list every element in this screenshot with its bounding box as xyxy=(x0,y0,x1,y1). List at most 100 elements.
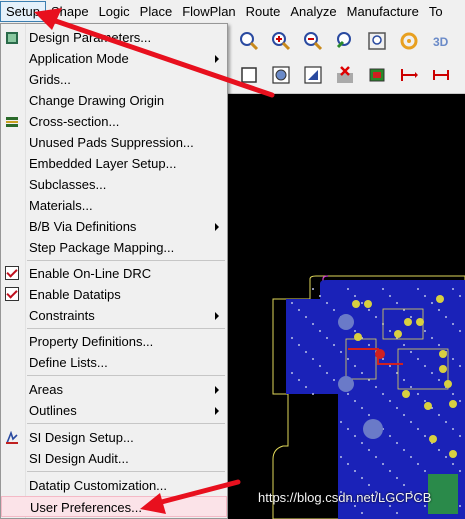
menu-separator xyxy=(27,328,225,329)
menu-item-grids[interactable]: Grids... xyxy=(1,69,227,90)
svg-text:3D: 3D xyxy=(433,35,449,49)
via-dot xyxy=(417,358,419,360)
pad xyxy=(444,380,452,388)
menu-item-bb-via-definitions[interactable]: B/B Via Definitions xyxy=(1,216,227,237)
menu-item-change-drawing-origin[interactable]: Change Drawing Origin xyxy=(1,90,227,111)
via-dot xyxy=(298,379,300,381)
via-dot xyxy=(368,414,370,416)
menu-item-constraints[interactable]: Constraints xyxy=(1,305,227,326)
menu-item-areas[interactable]: Areas xyxy=(1,379,227,400)
via-dot xyxy=(305,316,307,318)
via-dot xyxy=(291,337,293,339)
shape-polygon-icon[interactable] xyxy=(302,64,324,86)
menu-item-property-definitions[interactable]: Property Definitions... xyxy=(1,331,227,352)
menu-item-si-design-setup[interactable]: SI Design Setup... xyxy=(1,427,227,448)
via-dot xyxy=(382,288,384,290)
via-dot xyxy=(424,400,426,402)
via-dot xyxy=(459,365,461,367)
menu-item-design-parameters[interactable]: Design Parameters... xyxy=(1,27,227,48)
delete-shape-icon[interactable] xyxy=(334,64,356,86)
via-dot xyxy=(396,442,398,444)
menu-item-datatip-customization[interactable]: Datatip Customization... xyxy=(1,475,227,496)
component-icon[interactable] xyxy=(366,64,388,86)
pad xyxy=(436,295,444,303)
menu-item-outlines[interactable]: Outlines xyxy=(1,400,227,421)
via-dot xyxy=(424,470,426,472)
menu-tools[interactable]: To xyxy=(424,1,448,22)
via-dot xyxy=(319,330,321,332)
via-dot xyxy=(417,393,419,395)
menu-analyze[interactable]: Analyze xyxy=(285,1,341,22)
via-dot xyxy=(389,435,391,437)
pcb-canvas[interactable] xyxy=(228,94,465,519)
design-parameters-icon xyxy=(5,30,19,44)
via-dot xyxy=(424,295,426,297)
via-dot xyxy=(396,477,398,479)
square-shape-icon[interactable] xyxy=(238,64,260,86)
circle-shape-icon[interactable] xyxy=(270,64,292,86)
menu-logic[interactable]: Logic xyxy=(94,1,135,22)
pad xyxy=(354,333,362,341)
via-dot xyxy=(347,463,349,465)
via-dot xyxy=(389,470,391,472)
mounting-hole xyxy=(338,376,354,392)
via-dot xyxy=(445,316,447,318)
menu-item-embedded-layer-setup[interactable]: Embedded Layer Setup... xyxy=(1,153,227,174)
menu-shape[interactable]: Shape xyxy=(46,1,94,22)
via-dot xyxy=(431,337,433,339)
via-dot xyxy=(347,288,349,290)
toolbar: 3D xyxy=(228,23,465,94)
via-dot xyxy=(459,400,461,402)
menu-item-materials[interactable]: Materials... xyxy=(1,195,227,216)
via-dot xyxy=(326,337,328,339)
via-dot xyxy=(410,316,412,318)
menu-manufacture[interactable]: Manufacture xyxy=(342,1,424,22)
via-dot xyxy=(445,421,447,423)
zoom-out-icon[interactable] xyxy=(302,30,324,52)
pcb-board-view xyxy=(272,275,465,519)
menu-flowplan[interactable]: FlowPlan xyxy=(177,1,240,22)
zoom-previous-icon[interactable] xyxy=(334,30,356,52)
menu-item-subclasses[interactable]: Subclasses... xyxy=(1,174,227,195)
mounting-hole xyxy=(338,314,354,330)
pad xyxy=(429,435,437,443)
dimension-icon[interactable] xyxy=(398,64,420,86)
menu-item-si-design-audit[interactable]: SI Design Audit... xyxy=(1,448,227,469)
via-dot xyxy=(417,428,419,430)
via-dot xyxy=(361,512,363,514)
via-dot xyxy=(368,309,370,311)
menu-setup[interactable]: Setup xyxy=(0,1,46,22)
via-dot xyxy=(459,435,461,437)
via-dot xyxy=(424,435,426,437)
menu-item-enable-datatips[interactable]: Enable Datatips xyxy=(1,284,227,305)
zoom-in-icon[interactable] xyxy=(270,30,292,52)
zoom-fit-icon[interactable] xyxy=(366,30,388,52)
checkbox-checked-icon[interactable] xyxy=(5,266,19,280)
via-dot xyxy=(319,295,321,297)
via-dot xyxy=(389,365,391,367)
zoom-points-icon[interactable] xyxy=(238,30,260,52)
via-dot xyxy=(452,393,454,395)
menu-item-unused-pads-suppression[interactable]: Unused Pads Suppression... xyxy=(1,132,227,153)
via-dot xyxy=(431,302,433,304)
menu-place[interactable]: Place xyxy=(135,1,178,22)
via-dot xyxy=(459,470,461,472)
menu-route[interactable]: Route xyxy=(241,1,286,22)
menu-item-application-mode[interactable]: Application Mode xyxy=(1,48,227,69)
redraw-icon[interactable] xyxy=(398,30,420,52)
via-dot xyxy=(424,330,426,332)
menu-item-define-lists[interactable]: Define Lists... xyxy=(1,352,227,373)
via-dot xyxy=(403,344,405,346)
via-dot xyxy=(291,372,293,374)
pad xyxy=(439,365,447,373)
via-dot xyxy=(298,344,300,346)
menu-item-step-package-mapping[interactable]: Step Package Mapping... xyxy=(1,237,227,258)
measure-icon[interactable] xyxy=(430,64,452,86)
menu-item-user-preferences[interactable]: User Preferences... xyxy=(1,496,227,517)
menu-item-cross-section[interactable]: Cross-section... xyxy=(1,111,227,132)
menu-item-enable-online-drc[interactable]: Enable On-Line DRC xyxy=(1,263,227,284)
checkbox-checked-icon[interactable] xyxy=(5,287,19,301)
via-dot xyxy=(354,400,356,402)
view-3d-icon[interactable]: 3D xyxy=(430,30,452,52)
via-dot xyxy=(396,512,398,514)
